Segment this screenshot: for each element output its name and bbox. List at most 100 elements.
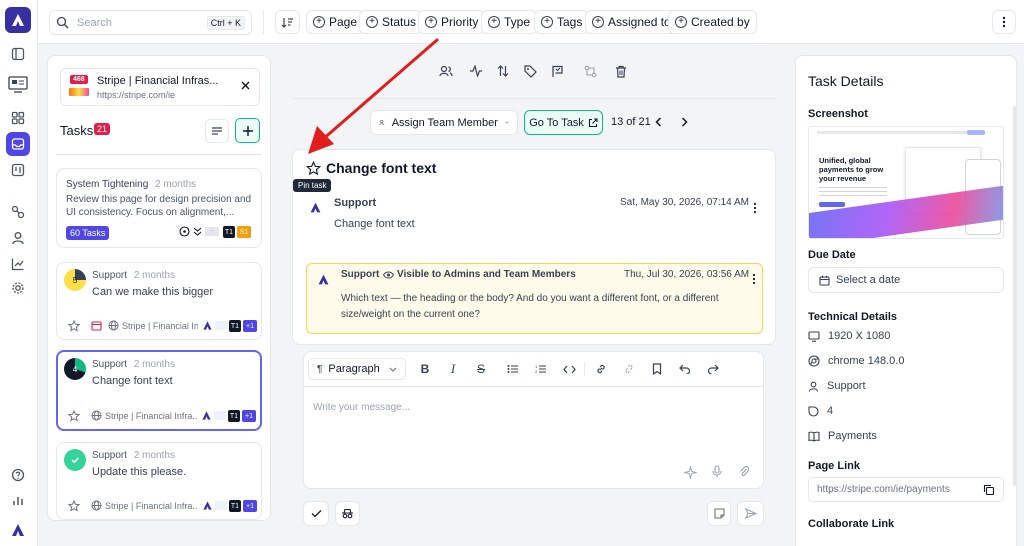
filter-tags[interactable]: + Tags — [534, 10, 590, 34]
task-body-card: Change font text Pin task Support Sat, M… — [292, 149, 776, 345]
reply-menu-icon[interactable] — [752, 273, 756, 285]
user-row: Support — [808, 380, 866, 392]
workspace-icon[interactable] — [4, 70, 32, 98]
format-dropdown[interactable]: ¶ Paragraph — [308, 358, 406, 380]
integrations-icon[interactable] — [6, 200, 30, 224]
italic-icon[interactable]: I — [442, 358, 464, 380]
bullet-list-icon[interactable] — [502, 358, 524, 380]
plus-icon: + — [488, 16, 500, 28]
more-menu-button[interactable] — [992, 10, 1016, 34]
send-button[interactable] — [737, 501, 764, 526]
mark-done-button[interactable] — [303, 501, 329, 526]
task-group-card[interactable]: System Tightening 2 months Review this p… — [56, 168, 262, 248]
stats-icon[interactable] — [6, 488, 30, 512]
sort-arrows-icon[interactable] — [497, 65, 509, 77]
technical-details-label: Technical Details — [808, 311, 898, 323]
dashboard-icon[interactable] — [6, 106, 30, 130]
filter-status[interactable]: + Status — [359, 10, 424, 34]
project-card[interactable]: 468 Stripe | Financial Infras... https:/… — [60, 68, 260, 106]
comment-text: Change font text — [334, 218, 415, 230]
analytics-icon[interactable] — [6, 252, 30, 276]
ai-sparkle-icon[interactable] — [684, 466, 697, 479]
bold-icon[interactable]: B — [414, 358, 436, 380]
settings-icon[interactable] — [6, 276, 30, 300]
left-rail — [0, 0, 38, 546]
pager-text: 13 of 21 — [611, 116, 651, 128]
user-icon[interactable] — [6, 226, 30, 250]
sidebar-toggle-icon[interactable] — [6, 42, 30, 66]
project-badge: 468 — [70, 75, 88, 84]
globe-icon — [91, 500, 102, 511]
task-chip-t1: T1 — [228, 410, 240, 422]
calendar-icon[interactable] — [91, 320, 102, 331]
plus-icon: + — [541, 16, 553, 28]
private-mode-button[interactable] — [335, 501, 360, 526]
comment-menu-icon[interactable] — [753, 202, 757, 214]
list-view-button[interactable] — [205, 119, 229, 143]
activity-icon[interactable] — [469, 65, 483, 77]
pin-star-icon[interactable] — [306, 161, 321, 176]
group-task-count-badge: 60 Tasks — [66, 226, 110, 240]
screenshot-thumbnail[interactable]: Unified, global payments to grow your re… — [808, 126, 1004, 239]
merge-icon[interactable] — [584, 65, 597, 78]
search-shortcut: Ctrl + K — [206, 15, 245, 30]
next-task-icon[interactable] — [681, 117, 688, 127]
flag-message-icon[interactable] — [551, 65, 564, 78]
redo-icon[interactable] — [702, 358, 724, 380]
link-icon[interactable] — [590, 358, 612, 380]
undo-icon[interactable] — [674, 358, 696, 380]
filter-priority[interactable]: + Priority — [418, 10, 486, 34]
task-card[interactable]: Support 2 months Update this please. Str… — [56, 442, 262, 520]
inbox-icon[interactable] — [6, 132, 30, 156]
group-chip-t1: T1 — [223, 226, 235, 238]
filter-assigned-to[interactable]: + Assigned to — [585, 10, 678, 34]
message-input[interactable]: Write your message... — [313, 402, 410, 413]
task-card-selected[interactable]: 4 Support 2 months Change font text Stri… — [56, 350, 262, 431]
app-logo[interactable] — [5, 7, 31, 33]
star-icon[interactable] — [68, 410, 80, 422]
code-icon[interactable] — [558, 358, 580, 380]
sort-button[interactable] — [275, 10, 300, 34]
microphone-icon[interactable] — [712, 465, 722, 478]
prev-task-icon[interactable] — [655, 117, 662, 127]
close-icon[interactable] — [241, 81, 250, 90]
stripe-logo-icon — [215, 321, 227, 330]
attachment-icon[interactable] — [739, 465, 749, 478]
page-link-field[interactable]: https://stripe.com/ie/payments — [808, 477, 1004, 502]
task-card[interactable]: 5 Support 2 months Can we make this bigg… — [56, 262, 262, 340]
thumb-nav — [817, 131, 967, 134]
task-chip-more: +1 — [242, 410, 256, 422]
reply-text: Which text — the heading or the body? An… — [341, 293, 719, 320]
brand-icon — [202, 500, 213, 511]
add-task-button[interactable] — [235, 118, 260, 143]
monitor-icon — [808, 330, 820, 342]
scrollbar[interactable] — [1013, 106, 1016, 486]
go-to-task-button[interactable]: Go To Task — [524, 110, 603, 135]
filter-type[interactable]: + Type — [481, 10, 538, 34]
star-icon[interactable] — [68, 320, 80, 332]
search-box[interactable]: Search Ctrl + K — [49, 10, 252, 35]
chevrons-down-icon[interactable] — [193, 227, 202, 237]
due-date-picker[interactable]: Select a date — [808, 267, 1004, 293]
eye-icon — [383, 271, 394, 279]
note-button[interactable] — [707, 501, 731, 526]
brand-icon[interactable] — [6, 518, 30, 542]
tag-icon[interactable] — [524, 65, 537, 78]
star-icon[interactable] — [68, 500, 80, 512]
help-icon[interactable] — [6, 463, 30, 487]
note-icon — [713, 508, 725, 519]
page-link-label: Page Link — [808, 460, 860, 472]
bookmark-icon[interactable] — [646, 358, 668, 380]
unlink-icon[interactable] — [618, 358, 640, 380]
board-icon[interactable] — [6, 158, 30, 182]
numbered-list-icon[interactable]: 12 — [530, 358, 552, 380]
task-details-panel: Task Details Screenshot Unified, global … — [795, 55, 1017, 546]
thumb-text-lines — [819, 187, 887, 199]
calendar-icon — [819, 275, 830, 286]
filter-created-by[interactable]: + Created by — [668, 10, 757, 34]
filter-page[interactable]: + Page — [306, 10, 365, 34]
settings-circle-icon[interactable] — [179, 226, 190, 237]
trash-icon[interactable] — [615, 65, 627, 78]
stripe-logo-icon — [215, 501, 227, 510]
strikethrough-icon[interactable]: S — [470, 358, 492, 380]
